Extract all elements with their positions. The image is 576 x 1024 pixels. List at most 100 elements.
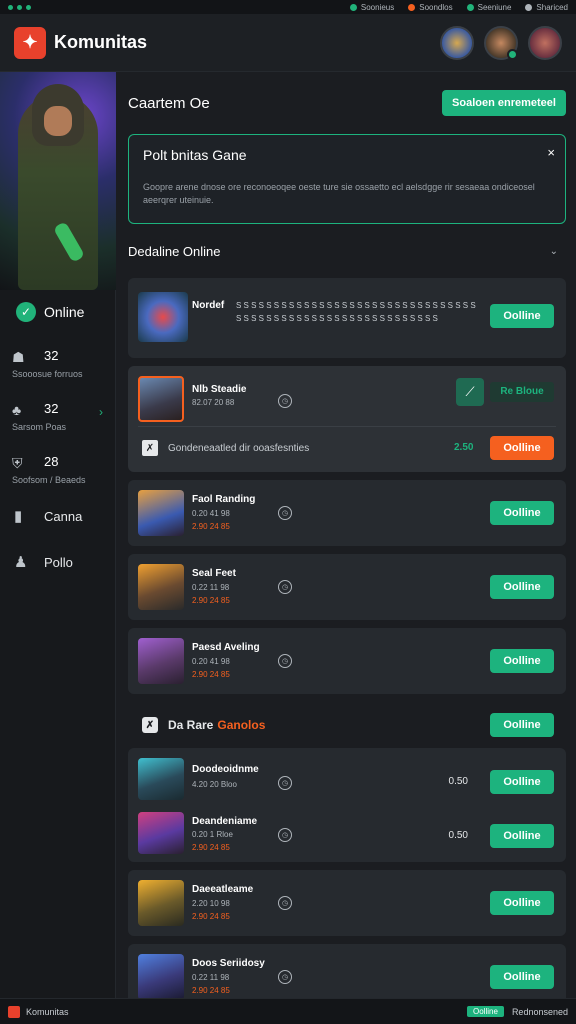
- avatar[interactable]: [484, 25, 518, 60]
- chevron-right-icon[interactable]: ›: [99, 405, 103, 419]
- main-content: Caartem Oe Soaloen enremeteel Polt bnita…: [116, 72, 576, 1010]
- sidebar-stat-1[interactable]: ☗ 32 Ssooosue forruos: [0, 334, 115, 387]
- list-item[interactable]: Nordef S S S S S S S S S S S S S S S S S…: [128, 278, 566, 358]
- game-thumbnail: [138, 758, 184, 800]
- list-item[interactable]: Faol Randing 0.20 41 98 2.90 24 85 ◷ Ool…: [128, 480, 566, 546]
- app-header: ✦ Komunitas: [0, 14, 576, 72]
- tag-icon: ✗: [142, 717, 158, 733]
- item-title: Doodeoidnme: [192, 764, 259, 775]
- item-meta: 2.20 10 98: [192, 899, 230, 908]
- item-title: Daeeatleame: [192, 884, 254, 895]
- online-button[interactable]: Oolline: [490, 824, 554, 848]
- item-meta: 0.20 41 98: [192, 509, 230, 518]
- item-title: Deandeniame: [192, 816, 258, 827]
- top-link-2[interactable]: Soondlos: [408, 3, 453, 12]
- stat-value: 32: [44, 348, 59, 363]
- item-meta: 4.20 20 Bloo: [192, 780, 237, 789]
- item-title: Paesd Aveling: [192, 642, 260, 653]
- stat-label: Sarsom Poas: [12, 422, 67, 432]
- secondary-button[interactable]: Re Bloue: [490, 382, 554, 402]
- top-links: Soonieus Soondlos Seeniune Shariced: [349, 3, 568, 12]
- stat-value: 32: [44, 401, 59, 416]
- fox-shield-icon[interactable]: ✦: [14, 26, 46, 59]
- footer-brand: Komunitas: [26, 1006, 69, 1017]
- footer-bar: Komunitas Oolline Rednonsened: [0, 998, 576, 1024]
- notice-panel: Polt bnitas Gane Goopre arene dnose ore …: [128, 134, 566, 224]
- top-link-1[interactable]: Soonieus: [349, 3, 394, 12]
- window-dots: [8, 4, 31, 10]
- users-icon: ☗: [12, 348, 25, 365]
- item-count: 0.50: [448, 776, 468, 787]
- people-icon: ♟: [14, 554, 28, 571]
- primary-cta-button[interactable]: Soaloen enremeteel: [442, 90, 566, 116]
- item-price: 2.90 24 85: [192, 596, 230, 605]
- logo-icon: [8, 1005, 20, 1018]
- bookmark-icon: ▮: [14, 508, 23, 525]
- hero-artwork: [0, 72, 116, 290]
- online-button[interactable]: Oolline: [490, 770, 554, 794]
- nav-label: Canna: [44, 508, 83, 524]
- top-status-strip: Soonieus Soondlos Seeniune Shariced: [0, 0, 576, 14]
- item-meta: 0.22 11 98: [192, 583, 230, 592]
- top-link-4[interactable]: Shariced: [525, 3, 568, 12]
- status-badge[interactable]: Oolline: [467, 1006, 504, 1017]
- subsection-header: ✗ Da Rare Ganolos Oolline: [128, 702, 566, 748]
- item-title: Nlb Steadie: [192, 384, 247, 395]
- game-thumbnail: [138, 292, 188, 342]
- game-thumbnail: [138, 812, 184, 854]
- clock-icon: ◷: [278, 580, 292, 594]
- brand-title: Komunitas: [54, 32, 148, 52]
- clock-icon: ◷: [278, 506, 292, 520]
- stat-value: 28: [44, 454, 59, 469]
- subsection-button[interactable]: Oolline: [490, 713, 554, 737]
- sidebar-item-canna[interactable]: ▮ Canna: [0, 493, 115, 539]
- check-icon: ✓: [16, 302, 36, 322]
- list-item[interactable]: Paesd Aveling 0.20 41 98 2.90 24 85 ◷ Oo…: [128, 628, 566, 694]
- list-group: Doodeoidnme 4.20 20 Bloo ◷ 0.50 Oolline …: [128, 748, 566, 862]
- item-price: 2.90 24 85: [192, 843, 230, 852]
- item-meta: 82.07 20 88: [192, 398, 235, 407]
- list-item[interactable]: Seal Feet 0.22 11 98 2.90 24 85 ◷ Oollin…: [128, 554, 566, 620]
- avatar[interactable]: [528, 25, 562, 60]
- item-meta: 0.20 1 Rloe: [192, 830, 233, 839]
- footer-link[interactable]: Rednonsened: [512, 1007, 568, 1017]
- section-header[interactable]: Dedaline Online ⌄: [128, 224, 566, 278]
- clock-icon: ◷: [278, 776, 292, 790]
- item-count: 0.50: [448, 830, 468, 841]
- stat-label: Soofsom / Beaeds: [12, 475, 86, 485]
- online-button[interactable]: Oolline: [490, 436, 554, 460]
- list-item[interactable]: Nlb Steadie 82.07 20 88 ◷ ⟋ Re Bloue ✗ G…: [128, 366, 566, 472]
- online-dot: [507, 48, 518, 60]
- avatar[interactable]: [440, 25, 474, 60]
- item-price: 2.90 24 85: [192, 670, 230, 679]
- sidebar-stat-2[interactable]: ♣ 32 Sarsom Poas ›: [0, 387, 115, 440]
- clock-icon: ◷: [278, 970, 292, 984]
- nav-label: Pollo: [44, 554, 73, 570]
- sidebar-item-pollo[interactable]: ♟ Pollo: [0, 539, 115, 585]
- subsection-label: Da Rare: [168, 718, 214, 732]
- online-button[interactable]: Oolline: [490, 965, 554, 989]
- game-thumbnail: [138, 490, 184, 536]
- online-button[interactable]: Oolline: [490, 649, 554, 673]
- online-button[interactable]: Oolline: [490, 891, 554, 915]
- chevron-down-icon[interactable]: ⌄: [550, 246, 558, 257]
- sidebar-stat-3[interactable]: ⛨ 28 Soofsom / Beaeds: [0, 440, 115, 493]
- subsection-accent: Ganolos: [217, 718, 266, 732]
- game-thumbnail: [138, 638, 184, 684]
- game-thumbnail: [138, 880, 184, 926]
- action-chip-icon[interactable]: ⟋: [456, 378, 484, 406]
- online-button[interactable]: Oolline: [490, 304, 554, 328]
- group-icon: ♣: [12, 401, 22, 418]
- online-button[interactable]: Oolline: [490, 575, 554, 599]
- page-header: Caartem Oe Soaloen enremeteel: [128, 72, 566, 134]
- status-label: Online: [44, 304, 85, 320]
- list-item[interactable]: Daeeatleame 2.20 10 98 2.90 24 85 ◷ Ooll…: [128, 870, 566, 936]
- top-link-3[interactable]: Seeniune: [466, 3, 511, 12]
- section-title: Dedaline Online: [128, 243, 221, 259]
- online-button[interactable]: Oolline: [490, 501, 554, 525]
- footer-right: Oolline Rednonsened: [467, 1006, 568, 1017]
- tag-icon: ✗: [142, 440, 158, 456]
- close-icon[interactable]: ×: [547, 145, 555, 160]
- online-status[interactable]: ✓ Online: [0, 290, 115, 334]
- stat-label: Ssooosue forruos: [12, 369, 83, 379]
